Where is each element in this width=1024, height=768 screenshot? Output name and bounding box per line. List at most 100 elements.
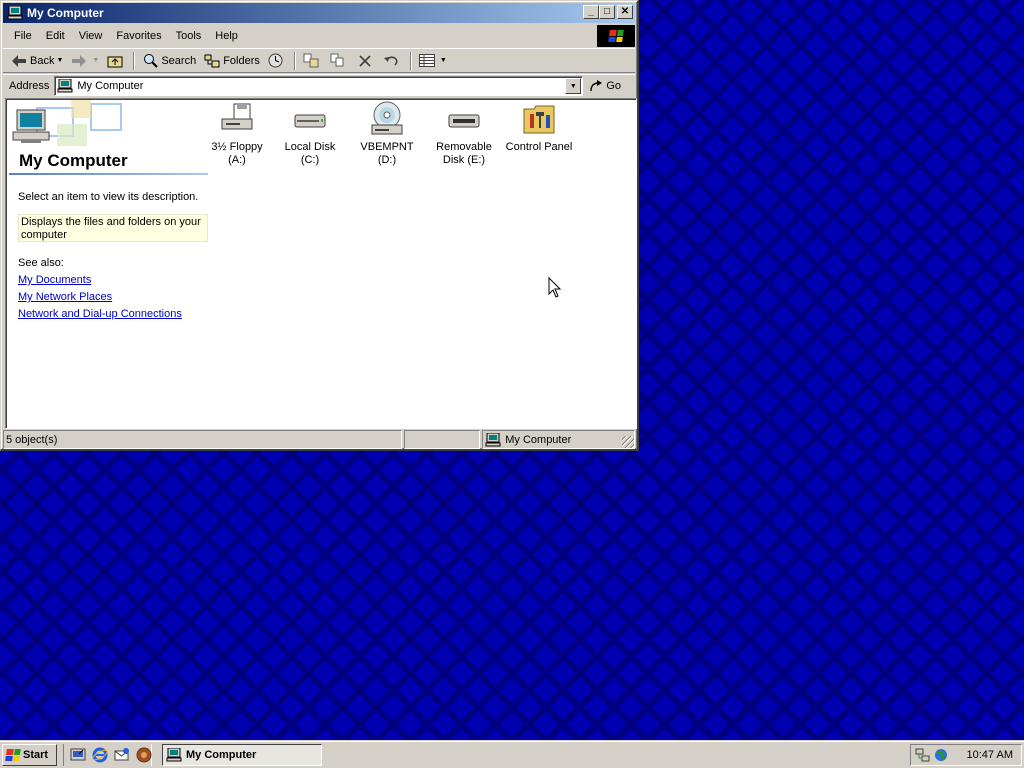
toolbar-separator <box>133 51 136 70</box>
close-button[interactable]: ✕ <box>617 5 633 19</box>
search-label: Search <box>161 54 197 67</box>
mouse-pointer-icon <box>548 277 562 298</box>
item-removable-disk[interactable]: Removable Disk (E:) <box>428 101 500 167</box>
windows-flag-icon <box>608 30 624 42</box>
media-player-icon[interactable] <box>136 747 152 763</box>
start-label: Start <box>23 748 49 761</box>
link-my-network-places[interactable]: My Network Places <box>18 291 112 303</box>
select-hint: Select an item to view its description. <box>18 191 199 203</box>
title-divider <box>9 173 208 175</box>
see-also-label: See also: <box>18 257 64 269</box>
resize-grip[interactable] <box>622 436 635 448</box>
status-empty-pane <box>404 430 481 449</box>
item-local-disk[interactable]: Local Disk (C:) <box>274 101 346 167</box>
floppy-drive-icon <box>221 103 253 130</box>
minimize-button[interactable]: _ <box>583 5 599 19</box>
folders-button[interactable]: Folders <box>200 50 264 72</box>
hard-disk-icon <box>294 114 326 128</box>
move-to-icon <box>303 53 319 69</box>
back-label: Back <box>30 54 55 67</box>
item-label: 3½ Floppy (A:) <box>211 141 263 166</box>
undo-button[interactable] <box>380 50 407 72</box>
outlook-express-icon[interactable] <box>114 747 130 763</box>
task-button-my-computer[interactable]: My Computer <box>162 743 322 766</box>
windows-flag-icon <box>5 748 21 761</box>
window-title: My Computer <box>27 6 104 20</box>
status-object-count: 5 object(s) <box>3 430 403 449</box>
search-icon <box>142 53 158 69</box>
delete-button[interactable] <box>353 50 380 72</box>
history-button[interactable] <box>264 50 291 72</box>
item-label: VBEMPNT (D:) <box>360 141 414 166</box>
menu-tools[interactable]: Tools <box>169 30 209 42</box>
description-box: Displays the files and folders on your c… <box>18 214 208 242</box>
system-tray: 10:47 AM <box>910 744 1022 766</box>
maximize-button[interactable]: □ <box>599 5 615 19</box>
go-label: Go <box>606 80 622 92</box>
status-zone-pane: My Computer <box>482 430 636 449</box>
address-bar: Address My Computer ▼ Go <box>3 74 635 97</box>
views-icon <box>418 53 435 69</box>
forward-button[interactable]: ▼ <box>67 50 103 72</box>
quick-launch <box>63 743 152 766</box>
task-my-computer-icon <box>166 747 182 762</box>
up-folder-icon <box>107 53 123 69</box>
undo-icon <box>384 53 400 69</box>
show-desktop-icon[interactable] <box>70 747 86 763</box>
network-tray-icon[interactable] <box>915 747 931 763</box>
globe-tray-icon[interactable] <box>933 747 949 763</box>
menu-help[interactable]: Help <box>208 30 245 42</box>
back-arrow-icon <box>11 53 27 69</box>
removable-disk-icon <box>448 114 480 128</box>
back-button[interactable]: Back ▼ <box>7 50 67 72</box>
delete-icon <box>357 53 373 69</box>
item-cd-drive[interactable]: VBEMPNT (D:) <box>351 101 423 167</box>
my-computer-icon <box>7 5 23 20</box>
title-bar[interactable]: My Computer _ □ ✕ <box>3 3 635 23</box>
history-icon <box>268 53 284 69</box>
clock[interactable]: 10:47 AM <box>967 749 1013 761</box>
address-dropdown-button[interactable]: ▼ <box>565 78 582 94</box>
taskbar: Start My Computer 10:47 AM <box>0 740 1024 768</box>
item-label: Local Disk (C:) <box>284 141 336 166</box>
menu-file[interactable]: File <box>7 30 39 42</box>
folder-view[interactable]: My Computer Select an item to view its d… <box>5 98 637 429</box>
item-label: Control Panel <box>505 141 573 153</box>
forward-arrow-icon <box>71 53 87 69</box>
back-dropdown-icon[interactable]: ▼ <box>56 57 63 64</box>
standard-toolbar: Back ▼ ▼ Search Folders ▼ <box>3 48 635 73</box>
page-title: My Computer <box>19 151 128 170</box>
status-zone-label: My Computer <box>505 433 572 446</box>
item-control-panel[interactable]: Control Panel <box>503 101 575 154</box>
go-arrow-icon <box>589 80 603 92</box>
item-label: Removable Disk (E:) <box>436 141 492 166</box>
explorer-window[interactable]: My Computer _ □ ✕ File Edit View Favorit… <box>0 0 639 451</box>
move-to-button[interactable] <box>299 50 326 72</box>
address-field[interactable]: My Computer ▼ <box>54 76 584 96</box>
computer-large-icon <box>12 109 50 143</box>
webview-info-pane: My Computer Select an item to view its d… <box>7 100 209 425</box>
link-network-dialup[interactable]: Network and Dial-up Connections <box>18 308 182 320</box>
menu-favorites[interactable]: Favorites <box>109 30 168 42</box>
menu-bar: File Edit View Favorites Tools Help <box>3 25 635 47</box>
task-label: My Computer <box>186 748 257 761</box>
address-my-computer-icon <box>57 79 73 93</box>
menu-edit[interactable]: Edit <box>39 30 72 42</box>
address-value: My Computer <box>77 80 144 92</box>
cd-drive-icon <box>371 101 403 135</box>
copy-to-button[interactable] <box>326 50 353 72</box>
views-button[interactable]: ▼ <box>415 50 451 72</box>
link-my-documents[interactable]: My Documents <box>18 274 91 286</box>
toolbar-separator <box>409 51 412 70</box>
search-button[interactable]: Search <box>138 50 200 72</box>
status-my-computer-icon <box>485 432 501 447</box>
status-bar: 5 object(s) My Computer <box>3 430 636 449</box>
item-floppy-drive[interactable]: 3½ Floppy (A:) <box>201 101 273 167</box>
start-button[interactable]: Start <box>2 743 57 766</box>
go-button[interactable]: Go <box>589 80 621 92</box>
menu-view[interactable]: View <box>72 30 110 42</box>
views-dropdown-icon[interactable]: ▼ <box>440 57 447 64</box>
up-folder-button[interactable] <box>103 50 130 72</box>
internet-explorer-icon[interactable] <box>92 747 108 763</box>
forward-dropdown-icon[interactable]: ▼ <box>92 57 99 64</box>
